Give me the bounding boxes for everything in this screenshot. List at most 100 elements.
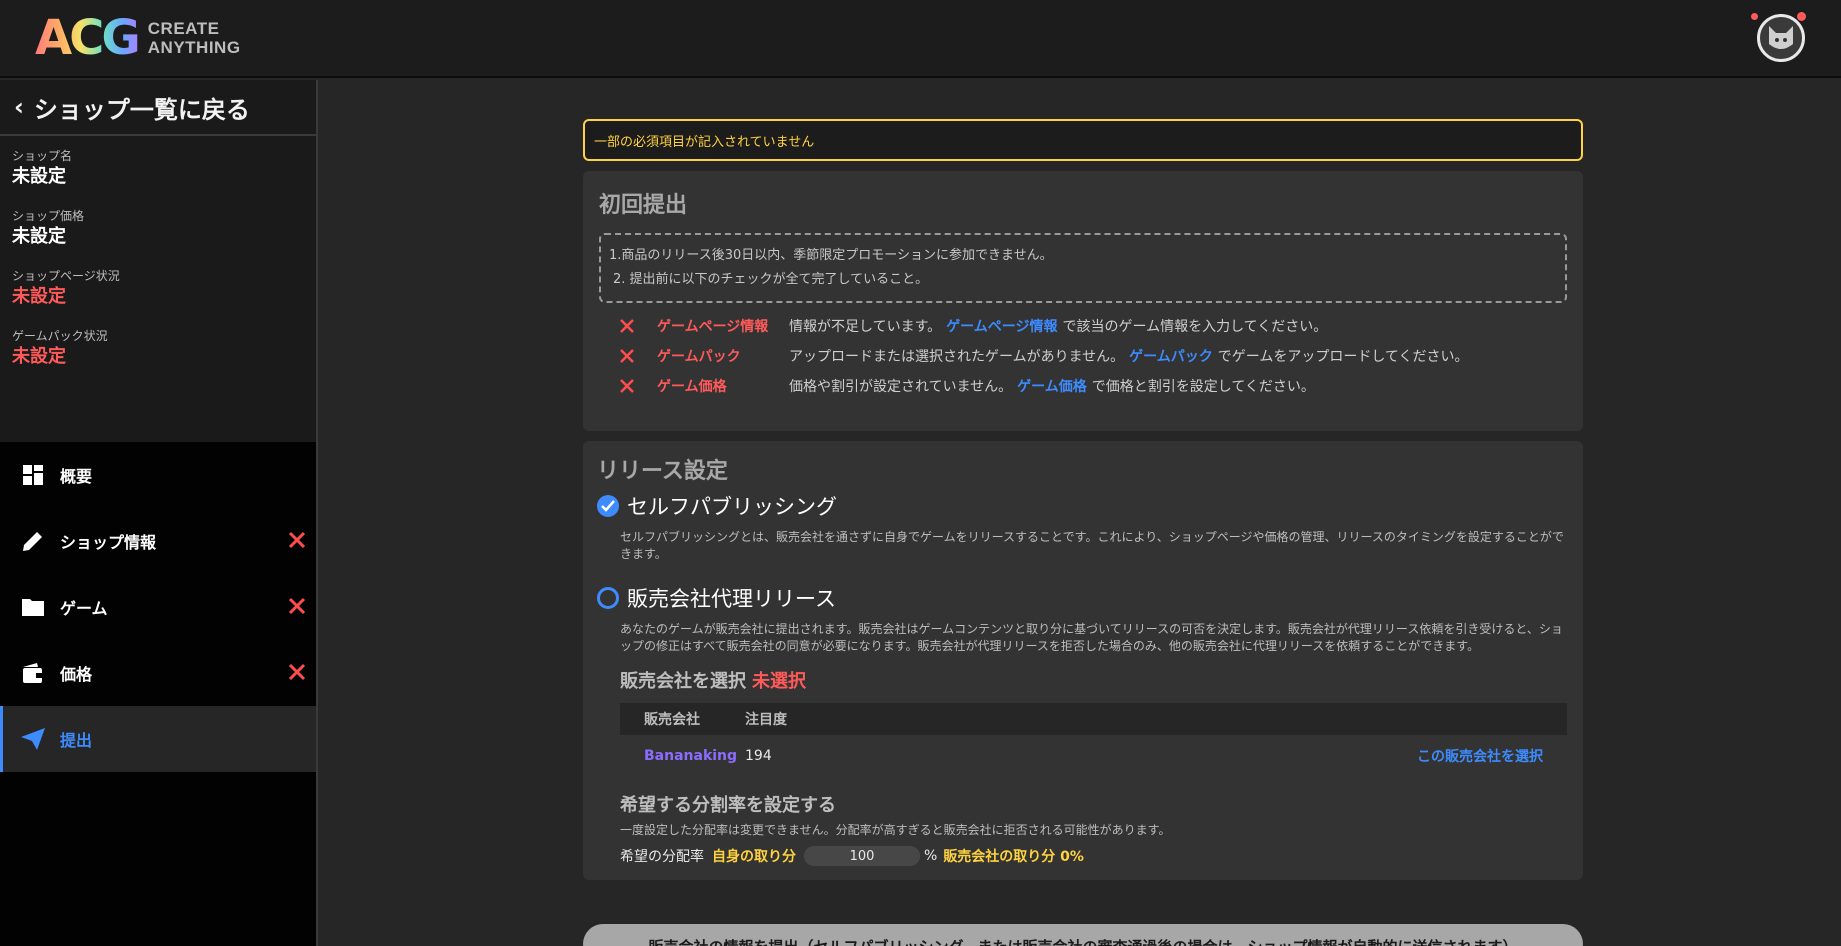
check-list: ゲームページ情報 情報が不足しています。 ゲームページ情報 で該当のゲーム情報を… — [599, 311, 1567, 401]
sidebar-item-label: 提出 — [60, 731, 93, 750]
info-label: ショップページ状況 — [12, 269, 120, 283]
publisher-attention: 194 — [745, 748, 772, 764]
check-name: ゲーム価格 — [657, 379, 727, 395]
sidebar-item-label: 概要 — [60, 467, 93, 486]
check-message: 価格や割引が設定されていません。 — [789, 379, 1013, 395]
check-name: ゲームパック — [657, 349, 741, 365]
sidebar-nav: 概要 ショップ情報 ゲーム 価格 提出 — [0, 442, 316, 772]
column-header: 販売会社 — [644, 712, 700, 728]
info-shop-name: ショップ名 未設定 — [12, 148, 304, 190]
publisher-share-label: 販売会社の取り分 0% — [943, 849, 1084, 865]
publisher-select-section: 販売会社を選択 未選択 販売会社 注目度 Bananaking 194 この販売会… — [597, 667, 1567, 866]
sidebar-item-label: 価格 — [60, 665, 93, 684]
error-x-icon — [288, 597, 306, 615]
error-x-icon — [288, 531, 306, 549]
table-header: 販売会社 注目度 — [620, 703, 1567, 735]
check-row-game-pack: ゲームパック アップロードまたは選択されたゲームがありません。 ゲームパック で… — [619, 341, 1567, 371]
shop-info-panel: ショップ名 未設定 ショップ価格 未設定 ショップページ状況 未設定 ゲームパッ… — [0, 136, 316, 442]
main-content: 一部の必須項目が記入されていません 初回提出 1.商品のリリース後30日以内、季… — [583, 119, 1583, 880]
check-link[interactable]: ゲームパック — [1129, 346, 1213, 366]
logo[interactable]: ACG CREATE ANYTHING — [35, 14, 241, 62]
release-settings-title: リリース設定 — [597, 459, 728, 484]
send-icon — [20, 726, 46, 752]
logo-text: CREATE ANYTHING — [148, 19, 241, 57]
publisher-name[interactable]: Bananaking — [620, 748, 745, 764]
avatar[interactable] — [1757, 14, 1805, 62]
info-shop-page-status: ショップページ状況 未設定 — [12, 268, 304, 310]
release-settings-card: リリース設定 セルフパブリッシング セルフパブリッシングとは、販売会社を通さずに… — [583, 441, 1583, 880]
top-bar: ACG CREATE ANYTHING — [0, 0, 1841, 78]
check-row-game-page: ゲームページ情報 情報が不足しています。 ゲームページ情報 で該当のゲーム情報を… — [619, 311, 1567, 341]
percent-sign: % — [924, 848, 938, 864]
split-row: 希望の分配率 自身の取り分 100 % 販売会社の取り分 0% — [620, 846, 1567, 866]
check-link[interactable]: ゲームページ情報 — [946, 316, 1057, 336]
check-message: 情報が不足しています。 — [789, 319, 942, 335]
radio-label: 販売会社代理リリース — [627, 587, 836, 611]
submit-button[interactable]: 販売会社の情報を提出（セルフパブリッシング、または販売会社の審査通過後の場合は、… — [583, 924, 1583, 946]
logo-mark: ACG — [35, 10, 141, 66]
column-header: 注目度 — [745, 712, 787, 728]
publisher-select-title: 販売会社を選択 未選択 — [620, 667, 1567, 693]
logo-line2: ANYTHING — [147, 38, 241, 57]
folder-icon — [20, 594, 46, 620]
publisher-select-status: 未選択 — [752, 671, 806, 692]
required-fields-warning: 一部の必須項目が記入されていません — [583, 119, 1583, 161]
info-value: 未設定 — [12, 166, 66, 187]
sidebar: ‹ ショップ一覧に戻る ショップ名 未設定 ショップ価格 未設定 ショップページ… — [0, 80, 318, 946]
error-x-icon — [620, 349, 634, 363]
initial-submit-card: 初回提出 1.商品のリリース後30日以内、季節限定プロモーションに参加できません… — [583, 171, 1583, 431]
split-label: 希望の分配率 — [620, 849, 704, 865]
sidebar-item-shop-info[interactable]: ショップ情報 — [0, 508, 316, 574]
select-publisher-button[interactable]: この販売会社を選択 — [1417, 746, 1567, 766]
grid-icon — [20, 462, 46, 488]
own-share-label: 自身の取り分 — [712, 849, 796, 865]
self-publish-desc: セルフパブリッシングとは、販売会社を通さずに自身でゲームをリリースすることです。… — [620, 530, 1564, 561]
info-game-pack-status: ゲームパック状況 未設定 — [12, 328, 304, 370]
error-x-icon — [288, 663, 306, 681]
notification-dot — [1797, 12, 1806, 21]
sidebar-item-label: ゲーム — [60, 599, 108, 618]
wallet-icon — [20, 660, 46, 686]
publisher-table: 販売会社 注目度 Bananaking 194 この販売会社を選択 — [620, 703, 1567, 777]
radio-unchecked-icon — [597, 587, 619, 609]
sidebar-item-submit[interactable]: 提出 — [0, 706, 316, 772]
info-label: ゲームパック状況 — [12, 329, 108, 343]
radio-publisher-release[interactable]: 販売会社代理リリース — [597, 583, 1567, 613]
check-message: でゲームをアップロードしてください。 — [1217, 349, 1469, 365]
logo-line1: CREATE — [147, 19, 220, 38]
radio-checked-icon — [597, 495, 619, 517]
info-value: 未設定 — [12, 226, 66, 247]
error-x-icon — [620, 379, 634, 393]
submit-button-label: 販売会社の情報を提出（セルフパブリッシング、または販売会社の審査通過後の場合は、… — [649, 936, 1518, 946]
own-share-input[interactable]: 100 — [804, 846, 920, 866]
publisher-release-desc: あなたのゲームが販売会社に提出されます。販売会社はゲームコンテンツと取り分に基づ… — [620, 622, 1563, 653]
check-name: ゲームページ情報 — [657, 319, 769, 335]
publisher-select-label: 販売会社を選択 — [620, 671, 746, 692]
info-label: ショップ名 — [12, 149, 73, 163]
pencil-icon — [20, 528, 46, 554]
table-row: Bananaking 194 この販売会社を選択 — [620, 735, 1567, 777]
sidebar-item-price[interactable]: 価格 — [0, 640, 316, 706]
back-to-shop-list[interactable]: ‹ ショップ一覧に戻る — [0, 80, 316, 136]
check-message: アップロードまたは選択されたゲームがありません。 — [789, 349, 1125, 365]
note-line: 1.商品のリリース後30日以内、季節限定プロモーションに参加できません。 — [609, 248, 1053, 263]
info-shop-price: ショップ価格 未設定 — [12, 208, 304, 250]
info-value: 未設定 — [12, 286, 66, 307]
info-value: 未設定 — [12, 346, 66, 367]
chevron-left-icon: ‹ — [14, 93, 24, 121]
check-link[interactable]: ゲーム価格 — [1017, 376, 1087, 396]
check-message: で該当のゲーム情報を入力してください。 — [1062, 319, 1328, 335]
radio-self-publish[interactable]: セルフパブリッシング — [597, 491, 1567, 521]
sidebar-item-game[interactable]: ゲーム — [0, 574, 316, 640]
info-label: ショップ価格 — [12, 209, 85, 223]
check-message: で価格と割引を設定してください。 — [1091, 379, 1315, 395]
note-line: 2. 提出前に以下のチェックが全て完了していること。 — [613, 272, 929, 287]
radio-label: セルフパブリッシング — [627, 495, 837, 519]
check-row-game-price: ゲーム価格 価格や割引が設定されていません。 ゲーム価格 で価格と割引を設定して… — [619, 371, 1567, 401]
error-x-icon — [620, 319, 634, 333]
split-title: 希望する分割率を設定する — [620, 795, 836, 816]
sidebar-item-overview[interactable]: 概要 — [0, 442, 316, 508]
submit-notes: 1.商品のリリース後30日以内、季節限定プロモーションに参加できません。 2. … — [599, 233, 1567, 303]
avatar-ear-dot — [1751, 13, 1758, 20]
sidebar-item-label: ショップ情報 — [60, 533, 157, 552]
